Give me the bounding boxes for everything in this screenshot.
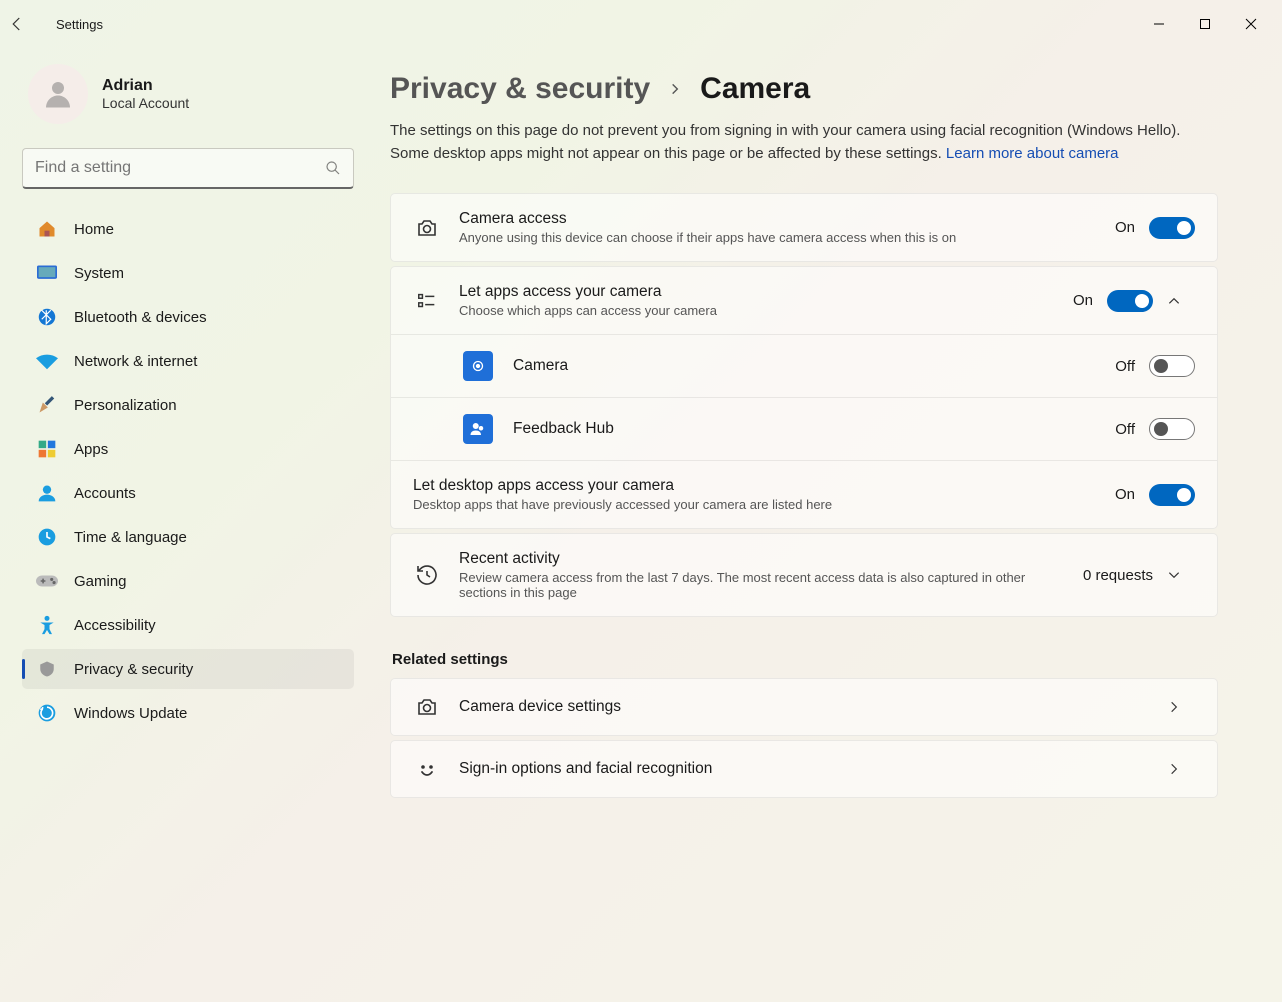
sidebar-item-apps[interactable]: Apps: [22, 429, 354, 469]
chevron-up-icon[interactable]: [1167, 294, 1195, 308]
app-toggle[interactable]: [1149, 418, 1195, 440]
recent-activity-expander[interactable]: Recent activity Review camera access fro…: [390, 533, 1218, 617]
learn-more-link[interactable]: Learn more about camera: [946, 145, 1119, 162]
camera-access-toggle[interactable]: [1149, 217, 1195, 239]
desktop-apps-row: Let desktop apps access your camera Desk…: [391, 460, 1217, 528]
sidebar-item-home[interactable]: Home: [22, 209, 354, 249]
home-icon: [36, 219, 58, 239]
sidebar-item-label: Apps: [74, 441, 108, 458]
sidebar-item-label: Time & language: [74, 529, 187, 546]
accessibility-icon: [36, 614, 58, 636]
page-title: Camera: [700, 72, 810, 106]
sidebar-item-label: Gaming: [74, 573, 127, 590]
sidebar-item-label: Home: [74, 221, 114, 238]
toggle-state: On: [1115, 219, 1135, 236]
camera-icon: [413, 695, 441, 719]
requests-count: 0 requests: [1083, 567, 1153, 584]
sidebar-item-update[interactable]: Windows Update: [22, 693, 354, 733]
system-icon: [36, 265, 58, 281]
apps-access-toggle[interactable]: [1107, 290, 1153, 312]
user-account-block[interactable]: Adrian Local Account: [22, 64, 354, 124]
maximize-button[interactable]: [1182, 8, 1228, 40]
sidebar-item-network[interactable]: Network & internet: [22, 341, 354, 381]
user-name: Adrian: [102, 77, 189, 95]
gaming-icon: [36, 573, 58, 589]
chevron-down-icon[interactable]: [1167, 568, 1195, 582]
related-sign-in-options-and-facial-recognition[interactable]: Sign-in options and facial recognition: [390, 740, 1218, 798]
app-toggle[interactable]: [1149, 355, 1195, 377]
related-camera-device-settings[interactable]: Camera device settings: [390, 678, 1218, 736]
chevron-right-icon: [668, 82, 682, 96]
app-row-camera: Camera Off: [391, 334, 1217, 397]
chevron-right-icon: [1167, 700, 1195, 714]
desktop-apps-toggle[interactable]: [1149, 484, 1195, 506]
settings-search[interactable]: [22, 148, 354, 189]
sidebar-item-bluetooth[interactable]: Bluetooth & devices: [22, 297, 354, 337]
apps-access-expander: Let apps access your camera Choose which…: [390, 266, 1218, 529]
avatar: [28, 64, 88, 124]
sidebar-item-privacy[interactable]: Privacy & security: [22, 649, 354, 689]
sidebar-item-personalization[interactable]: Personalization: [22, 385, 354, 425]
sidebar-item-label: Windows Update: [74, 705, 187, 722]
face-icon: [413, 757, 441, 781]
related-settings-heading: Related settings: [392, 651, 1218, 668]
personalization-icon: [36, 395, 58, 415]
window-title: Settings: [56, 17, 1136, 32]
sidebar-item-accessibility[interactable]: Accessibility: [22, 605, 354, 645]
breadcrumb-parent[interactable]: Privacy & security: [390, 72, 650, 106]
search-input[interactable]: [23, 149, 353, 187]
sidebar-item-label: Personalization: [74, 397, 177, 414]
bluetooth-icon: [36, 306, 58, 328]
app-row-feedback-hub: Feedback Hub Off: [391, 397, 1217, 460]
page-description: The settings on this page do not prevent…: [390, 120, 1218, 165]
sidebar-item-system[interactable]: System: [22, 253, 354, 293]
app-icon: [463, 351, 493, 381]
sidebar-item-label: Accounts: [74, 485, 136, 502]
sidebar-item-time[interactable]: Time & language: [22, 517, 354, 557]
sidebar-item-label: Accessibility: [74, 617, 156, 634]
privacy-icon: [36, 658, 58, 680]
sidebar-item-label: Privacy & security: [74, 661, 193, 678]
network-icon: [36, 352, 58, 370]
sidebar-item-accounts[interactable]: Accounts: [22, 473, 354, 513]
list-icon: [413, 290, 441, 312]
history-icon: [413, 563, 441, 587]
user-account-type: Local Account: [102, 95, 189, 111]
back-button[interactable]: [8, 15, 44, 33]
close-button[interactable]: [1228, 8, 1274, 40]
sidebar-item-label: Network & internet: [74, 353, 197, 370]
app-icon: [463, 414, 493, 444]
breadcrumb: Privacy & security Camera: [390, 72, 1218, 106]
time-icon: [36, 527, 58, 547]
update-icon: [36, 703, 58, 723]
minimize-button[interactable]: [1136, 8, 1182, 40]
sidebar-item-label: System: [74, 265, 124, 282]
apps-icon: [36, 439, 58, 459]
search-icon: [325, 160, 341, 176]
chevron-right-icon: [1167, 762, 1195, 776]
apps-access-header[interactable]: Let apps access your camera Choose which…: [391, 267, 1217, 334]
camera-icon: [413, 216, 441, 240]
sidebar-item-label: Bluetooth & devices: [74, 309, 207, 326]
sidebar-item-gaming[interactable]: Gaming: [22, 561, 354, 601]
camera-access-setting: Camera access Anyone using this device c…: [390, 193, 1218, 262]
accounts-icon: [36, 483, 58, 503]
